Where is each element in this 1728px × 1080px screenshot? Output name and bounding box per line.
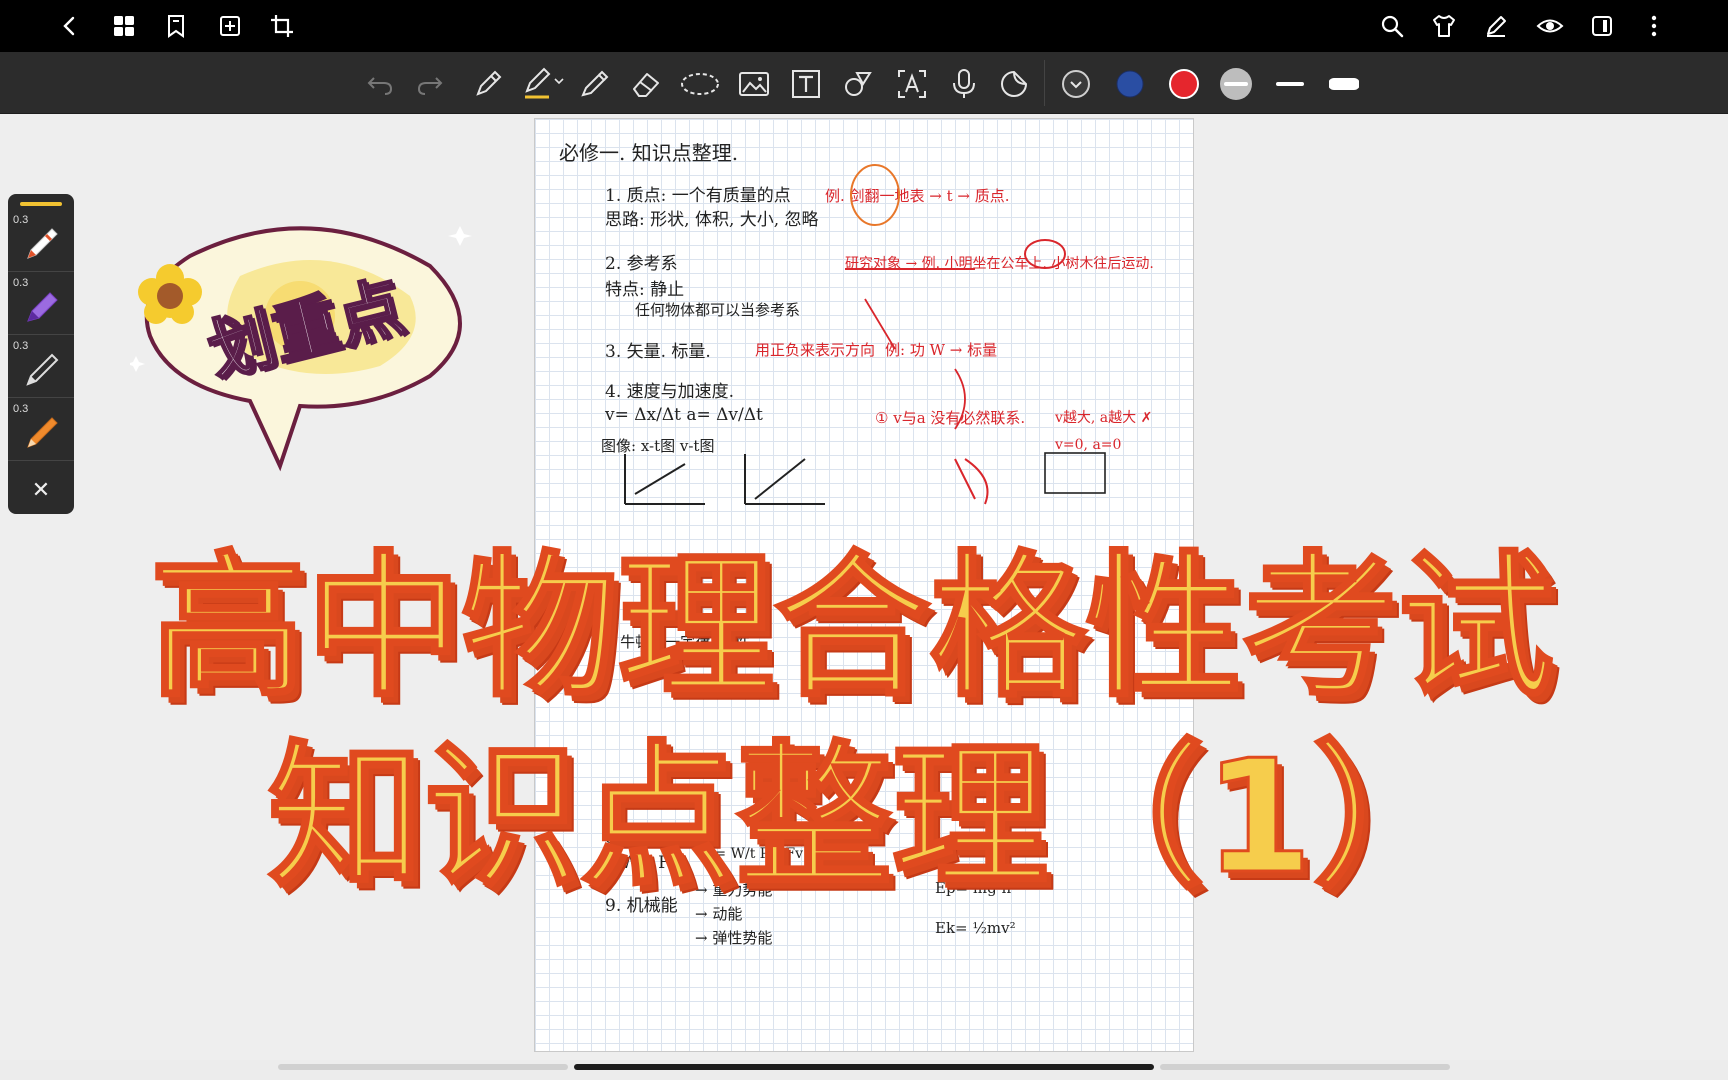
fountain-pen-icon: [26, 353, 59, 386]
redo-icon[interactable]: [410, 64, 450, 104]
note-line: 3. 矢量. 标量.: [605, 342, 711, 362]
pen-icon: [27, 228, 58, 259]
stroke-thick-icon[interactable]: [1324, 64, 1364, 104]
scroll-track-left: [278, 1064, 568, 1070]
note-line: 任何物体都可以当参考系: [635, 301, 801, 319]
horizontal-scrollbar[interactable]: [574, 1064, 1154, 1070]
eraser-icon[interactable]: [626, 64, 666, 104]
pen-edit-icon[interactable]: [1478, 8, 1514, 44]
drawing-toolbar: [0, 52, 1728, 114]
search-icon[interactable]: [1374, 8, 1410, 44]
note-line: Ek= ½mv²: [935, 919, 1016, 937]
shirt-icon[interactable]: [1426, 8, 1462, 44]
pen-slot[interactable]: 0.3: [8, 273, 74, 335]
highlighter-pen-icon[interactable]: [520, 64, 572, 104]
overlay-title-line2: 知识点整理（1）: [267, 725, 1471, 910]
note-line: 思路: 形状, 体积, 大小, 忽略: [605, 210, 819, 230]
undo-icon[interactable]: [360, 64, 400, 104]
note-line: 特点: 静止: [605, 280, 685, 300]
grid-icon[interactable]: [106, 8, 142, 44]
image-icon[interactable]: [734, 64, 774, 104]
pen-slot[interactable]: 0.3: [8, 210, 74, 272]
close-icon[interactable]: ✕: [8, 466, 74, 514]
eye-icon[interactable]: [1532, 8, 1568, 44]
pen-slot[interactable]: 0.3: [8, 399, 74, 461]
color-swatch-navy[interactable]: [1110, 64, 1150, 104]
stroke-thin-icon[interactable]: [1270, 64, 1310, 104]
pen-icon[interactable]: [468, 64, 508, 104]
color-swatch-red[interactable]: [1164, 64, 1204, 104]
note-line: v= Δx/Δt a= Δv/Δt: [605, 405, 763, 425]
add-page-icon[interactable]: [212, 8, 248, 44]
pen-slot[interactable]: 0.3: [8, 336, 74, 398]
shape-icon[interactable]: [838, 64, 878, 104]
back-icon[interactable]: [52, 8, 88, 44]
text-recognize-icon[interactable]: [892, 64, 932, 104]
marker-icon[interactable]: [574, 64, 614, 104]
note-line: 2. 参考系: [605, 254, 678, 274]
note-red-annotations: [845, 164, 1066, 430]
note-line: 1. 质点: 一个有质量的点: [605, 186, 791, 206]
pen-panel: 0.3 0.3 0.3 0.3 ✕: [8, 194, 74, 514]
note-line: → 弹性势能: [695, 929, 773, 947]
more-icon[interactable]: [1636, 8, 1672, 44]
toolbar-divider: [1044, 60, 1045, 106]
color-swatch-gray[interactable]: [1216, 64, 1256, 104]
color-dropdown[interactable]: [1056, 64, 1096, 104]
top-bar: [0, 0, 1728, 52]
scroll-track-right: [1160, 1064, 1450, 1070]
panel-icon[interactable]: [1584, 8, 1620, 44]
panel-accent-bar: [20, 202, 62, 206]
crop-icon[interactable]: [264, 8, 300, 44]
text-icon[interactable]: [786, 64, 826, 104]
highlighter-icon: [27, 292, 58, 322]
lasso-icon[interactable]: [678, 64, 722, 104]
note-line: 4. 速度与加速度.: [605, 382, 735, 402]
bookmark-icon[interactable]: [158, 8, 194, 44]
notes-heading: 必修一. 知识点整理.: [559, 141, 739, 165]
pencil-icon: [27, 417, 58, 448]
sticker-icon[interactable]: [994, 64, 1034, 104]
microphone-icon[interactable]: [944, 64, 984, 104]
